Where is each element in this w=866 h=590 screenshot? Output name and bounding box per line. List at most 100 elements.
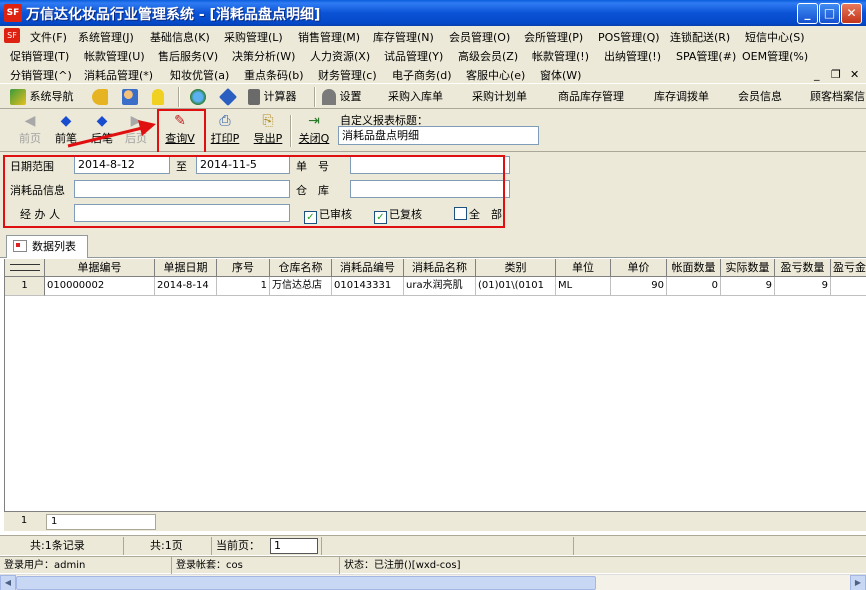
menu-spa[interactable]: SPA管理(#) (676, 48, 736, 64)
scroll-thumb[interactable] (16, 576, 596, 590)
cell-seq[interactable]: 1 (217, 277, 270, 296)
minimize-button[interactable]: _ (797, 3, 818, 24)
menu-oem[interactable]: OEM管理(%) (742, 48, 808, 64)
menu-basic-info[interactable]: 基础信息(K) (150, 29, 210, 45)
menu-purchase[interactable]: 采购管理(L) (224, 29, 283, 45)
menu-hr[interactable]: 人力资源(X) (310, 48, 370, 64)
menu-finance[interactable]: 财务管理(c) (318, 67, 377, 83)
menu-window[interactable]: 窗体(W) (540, 67, 581, 83)
quick-member[interactable]: 会员信息 (738, 88, 782, 106)
scroll-right-icon[interactable]: ▶ (850, 575, 866, 590)
menu-logo-icon[interactable]: SF (4, 28, 20, 43)
col-seq[interactable]: 序号 (217, 259, 270, 277)
col-doc-date[interactable]: 单据日期 (155, 259, 217, 277)
menu-members[interactable]: 会员管理(O) (449, 29, 510, 45)
calculator-button[interactable]: 计算器 (248, 88, 297, 106)
print-button[interactable]: ⎙ 打印P (205, 111, 245, 149)
col-item-name[interactable]: 消耗品名称 (404, 259, 476, 277)
cell-actual-qty[interactable]: 9 (721, 277, 775, 296)
quick-purchase-in[interactable]: 采购入库单 (388, 88, 443, 106)
horizontal-scrollbar[interactable]: ◀ ▶ (0, 574, 866, 590)
col-warehouse[interactable]: 仓库名称 (270, 259, 332, 277)
col-book-qty[interactable]: 帐面数量 (667, 259, 721, 277)
mdi-close-button[interactable]: ✕ (850, 68, 859, 81)
menu-ecommerce[interactable]: 电子商务(d) (392, 67, 452, 83)
col-unit[interactable]: 单位 (556, 259, 611, 277)
login-user: 登录用户：admin (0, 557, 172, 574)
col-category[interactable]: 类别 (476, 259, 556, 277)
filter-highlight (3, 155, 505, 228)
menu-consumables[interactable]: 消耗品管理(*) (84, 67, 153, 83)
cell-doc-no[interactable]: 010000002 (45, 277, 155, 296)
quick-purchase-plan[interactable]: 采购计划单 (472, 88, 527, 106)
menu-makeup[interactable]: 知妆优管(a) (170, 67, 229, 83)
menu-inventory[interactable]: 库存管理(N) (373, 29, 434, 45)
menu-chain[interactable]: 连锁配送(R) (670, 29, 730, 45)
export-button[interactable]: ⎘ 导出P (248, 111, 288, 149)
menu-aftersales[interactable]: 售后服务(V) (158, 48, 218, 64)
tab-data-list-label: 数据列表 (32, 240, 76, 253)
menu-cashier[interactable]: 出纳管理(!) (604, 48, 661, 64)
menu-analysis[interactable]: 决策分析(W) (232, 48, 295, 64)
quick-stock[interactable]: 商品库存管理 (558, 88, 624, 106)
exit-icon: ⇥ (308, 113, 320, 129)
cell-item-no[interactable]: 010143331 (332, 277, 404, 296)
maximize-button[interactable]: □ (819, 3, 840, 24)
tab-data-list[interactable]: 数据列表 (6, 235, 88, 258)
quick-customer[interactable]: 顾客档案信 (810, 88, 865, 106)
key-button[interactable] (92, 88, 108, 106)
menu-barcode[interactable]: 重点条码(b) (244, 67, 304, 83)
menu-sales[interactable]: 销售管理(M) (298, 29, 360, 45)
cell-warehouse[interactable]: 万信达总店 (270, 277, 332, 296)
menu-promotion[interactable]: 促销管理(T) (10, 48, 69, 64)
cell-book-qty[interactable]: 0 (667, 277, 721, 296)
close-report-button[interactable]: ⇥ 关闭Q (294, 111, 334, 149)
bell-button[interactable] (152, 88, 164, 106)
col-actual-qty[interactable]: 实际数量 (721, 259, 775, 277)
menu-club[interactable]: 会所管理(P) (524, 29, 583, 45)
cell-category[interactable]: (01)01\(0101 (476, 277, 556, 296)
users-button[interactable] (122, 88, 138, 106)
menu-accounts[interactable]: 帐款管理(U) (84, 48, 145, 64)
custom-title-input[interactable]: 消耗品盘点明细 (338, 126, 539, 145)
current-page-input[interactable]: 1 (270, 538, 318, 554)
menu-vip[interactable]: 高级会员(Z) (458, 48, 518, 64)
menu-service[interactable]: 客服中心(e) (466, 67, 525, 83)
menu-distribution[interactable]: 分销管理(^) (10, 67, 72, 83)
info-button[interactable] (218, 87, 238, 107)
nav-button[interactable]: 系统导航 (10, 88, 74, 106)
cell-diff-amount[interactable] (831, 277, 866, 296)
data-grid[interactable]: 单据编号 单据日期 序号 仓库名称 消耗品编号 消耗品名称 类别 单位 单价 帐… (4, 259, 866, 511)
menu-system[interactable]: 系统管理(J) (78, 29, 134, 45)
menu-samples[interactable]: 试品管理(Y) (384, 48, 443, 64)
menu-pos[interactable]: POS管理(Q) (598, 29, 660, 45)
printer-icon: ⎙ (219, 113, 231, 129)
settings-button[interactable]: 设置 (322, 88, 362, 106)
first-page-icon: ◀ (24, 113, 36, 129)
cell-doc-date[interactable]: 2014-8-14 (155, 277, 217, 296)
mdi-restore-button[interactable]: ❐ (831, 68, 841, 81)
menu-file[interactable]: 文件(F) (30, 29, 67, 45)
quick-transfer[interactable]: 库存调拨单 (654, 88, 709, 106)
cell-item-name[interactable]: ura水润亮肌 (404, 277, 476, 296)
globe-button[interactable] (190, 88, 206, 106)
menu-sms[interactable]: 短信中心(S) (745, 29, 805, 45)
first-page-button[interactable]: ◀ 前页 (10, 111, 50, 149)
table-row[interactable]: 1 010000002 2014-8-14 1 万信达总店 010143331 … (5, 277, 866, 296)
mdi-minimize-button[interactable]: _ (814, 68, 820, 81)
row-number[interactable]: 1 (5, 277, 45, 296)
cell-price[interactable]: 90 (611, 277, 667, 296)
col-item-no[interactable]: 消耗品编号 (332, 259, 404, 277)
col-doc-no[interactable]: 单据编号 (45, 259, 155, 277)
cell-unit[interactable]: ML (556, 277, 611, 296)
close-button[interactable]: ✕ (841, 3, 862, 24)
row-selector-header[interactable] (5, 259, 45, 277)
scroll-left-icon[interactable]: ◀ (0, 575, 16, 590)
col-price[interactable]: 单价 (611, 259, 667, 277)
menu-accounts-2[interactable]: 帐款管理(!) (532, 48, 589, 64)
globe-icon (190, 89, 206, 105)
col-diff-qty[interactable]: 盈亏数量 (775, 259, 831, 277)
cell-diff-qty[interactable]: 9 (775, 277, 831, 296)
col-diff-amount[interactable]: 盈亏金 (831, 259, 866, 277)
wrench-icon (322, 89, 336, 105)
